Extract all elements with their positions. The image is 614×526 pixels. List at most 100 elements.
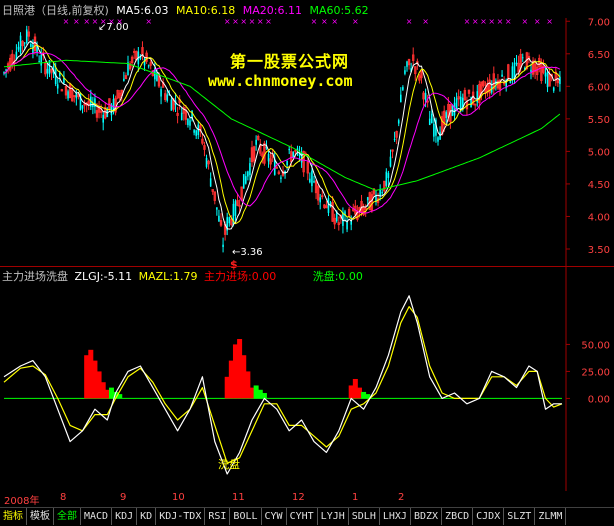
candle-body [428, 118, 431, 125]
signal-marker-icon: × [63, 17, 70, 26]
tab-kdj-tdx[interactable]: KDJ-TDX [156, 508, 206, 525]
candle-body [309, 178, 311, 183]
candle-body [255, 139, 257, 145]
month-label-10: 10 [172, 492, 185, 503]
indicator-header: 主力进场洗盘 ZLGJ:-5.11 MAZL:1.79 主力进场:0.00 洗盘… [2, 268, 366, 283]
candle-body [385, 171, 388, 186]
signal-marker-icon: × [464, 17, 471, 26]
ma5-label: MA5:6.03 [116, 4, 169, 17]
candle-body [400, 94, 402, 103]
ma60-label: MA60:5.62 [309, 4, 369, 17]
candle-body [387, 173, 390, 178]
tab-lhxj[interactable]: LHXJ [380, 508, 411, 525]
tab-sdlh[interactable]: SDLH [349, 508, 380, 525]
tab-rsi[interactable]: RSI [205, 508, 231, 525]
price-tick-label: 5.00 [588, 147, 610, 158]
candle-body [19, 35, 22, 53]
tab-指标[interactable]: 指标 [0, 508, 27, 525]
signal-marker-icon: × [546, 17, 553, 26]
signal-marker-icon: × [249, 17, 256, 26]
tab-slzt[interactable]: SLZT [504, 508, 536, 525]
stock-title: 日照港（日线,前复权) [2, 4, 109, 17]
tab-boll[interactable]: BOLL [230, 508, 262, 525]
stock-chart-window: 7.00 6.50 6.00 5.50 5.00 4.50 4.00 3.50 × × × × × × ×… [0, 0, 614, 526]
candle-body [222, 244, 224, 248]
signal-marker-icon: × [73, 17, 80, 26]
tab-bdzx[interactable]: BDZX [411, 508, 443, 525]
signal-marker-icon: × [83, 17, 90, 26]
signal-marker-icon: × [472, 17, 479, 26]
candle-body [397, 120, 400, 124]
tab-kd[interactable]: KD [137, 508, 157, 525]
price-chart[interactable]: 7.006.506.005.505.004.504.003.50 × × × × × × ×… [0, 0, 614, 266]
tab-模板[interactable]: 模板 [27, 508, 54, 525]
candle-body [147, 65, 150, 67]
candle-body [544, 72, 547, 77]
ma20-label: MA20:6.11 [242, 4, 302, 17]
price-tick-label: 7.00 [588, 17, 610, 28]
candle-body [193, 130, 195, 133]
signal-marker-icon: × [331, 17, 338, 26]
tab-zbcd[interactable]: ZBCD [442, 508, 474, 525]
xipan-bar [261, 393, 267, 399]
tab-lyjh[interactable]: LYJH [318, 508, 349, 525]
signal-marker-icon: × [145, 17, 152, 26]
candle-body [81, 105, 84, 109]
tab-cyht[interactable]: CYHT [287, 508, 318, 525]
month-label-9: 9 [120, 492, 127, 503]
candle-body [406, 61, 408, 67]
price-header: 日照港（日线,前复权) MA5:6.03 MA10:6.18 MA20:6.11… [2, 2, 373, 17]
signal-marker-icon: × [321, 17, 328, 26]
high-annotation: ↙7.00 [98, 22, 129, 33]
price-tick-label: 4.00 [588, 212, 610, 223]
signal-marker-icon: × [232, 17, 239, 26]
candle-body [249, 163, 251, 176]
tab-macd[interactable]: MACD [81, 508, 113, 525]
candle-body [552, 87, 555, 91]
candle-body [195, 130, 197, 136]
candle-body [23, 42, 26, 44]
candle-body [38, 61, 40, 63]
candle-body [218, 215, 220, 222]
candle-body [30, 43, 32, 47]
candle-body [327, 198, 330, 213]
candle-body [546, 71, 549, 88]
signal-marker-icon: × [257, 17, 264, 26]
month-label-8: 8 [60, 492, 67, 503]
candle-body [511, 66, 514, 81]
candle-body [437, 137, 439, 142]
zlgj-label: ZLGJ:-5.11 [74, 270, 133, 283]
candle-body [123, 78, 125, 81]
tab-cjdx[interactable]: CJDX [473, 508, 505, 525]
candle-body [393, 138, 396, 140]
tab-cyw[interactable]: CYW [262, 508, 287, 525]
signal-marker-icon: × [240, 17, 247, 26]
signal-marker-icon: × [505, 17, 512, 26]
tab-全部[interactable]: 全部 [54, 508, 81, 525]
signal-marker-icon: × [480, 17, 487, 26]
candle-body [404, 70, 406, 74]
candle-body [205, 157, 208, 167]
signal-marker-icon: × [534, 17, 541, 26]
signal-marker-icon: × [311, 17, 318, 26]
tab-kdj[interactable]: KDJ [112, 508, 138, 525]
candle-body [445, 112, 448, 119]
candle-body [166, 94, 169, 101]
candle-body [189, 120, 191, 126]
zljc-label: 主力进场:0.00 [204, 270, 277, 283]
year-label: 2008年 [4, 496, 40, 507]
candle-body [180, 112, 183, 121]
candle-body [46, 68, 49, 74]
mazl-label: MAZL:1.79 [138, 270, 198, 283]
candle-body [247, 171, 249, 177]
candle-body [313, 181, 315, 183]
candle-body [234, 201, 237, 216]
tab-zlmm[interactable]: ZLMM [535, 508, 567, 525]
signal-marker-icon: × [422, 17, 429, 26]
candle-body [280, 177, 282, 179]
candle-body [127, 62, 129, 76]
signal-marker-icon: × [488, 17, 495, 26]
candle-body [245, 176, 247, 184]
indicator-chart[interactable]: 50.00 25.00 0.00 [0, 267, 614, 491]
signal-marker-icon: × [224, 17, 231, 26]
